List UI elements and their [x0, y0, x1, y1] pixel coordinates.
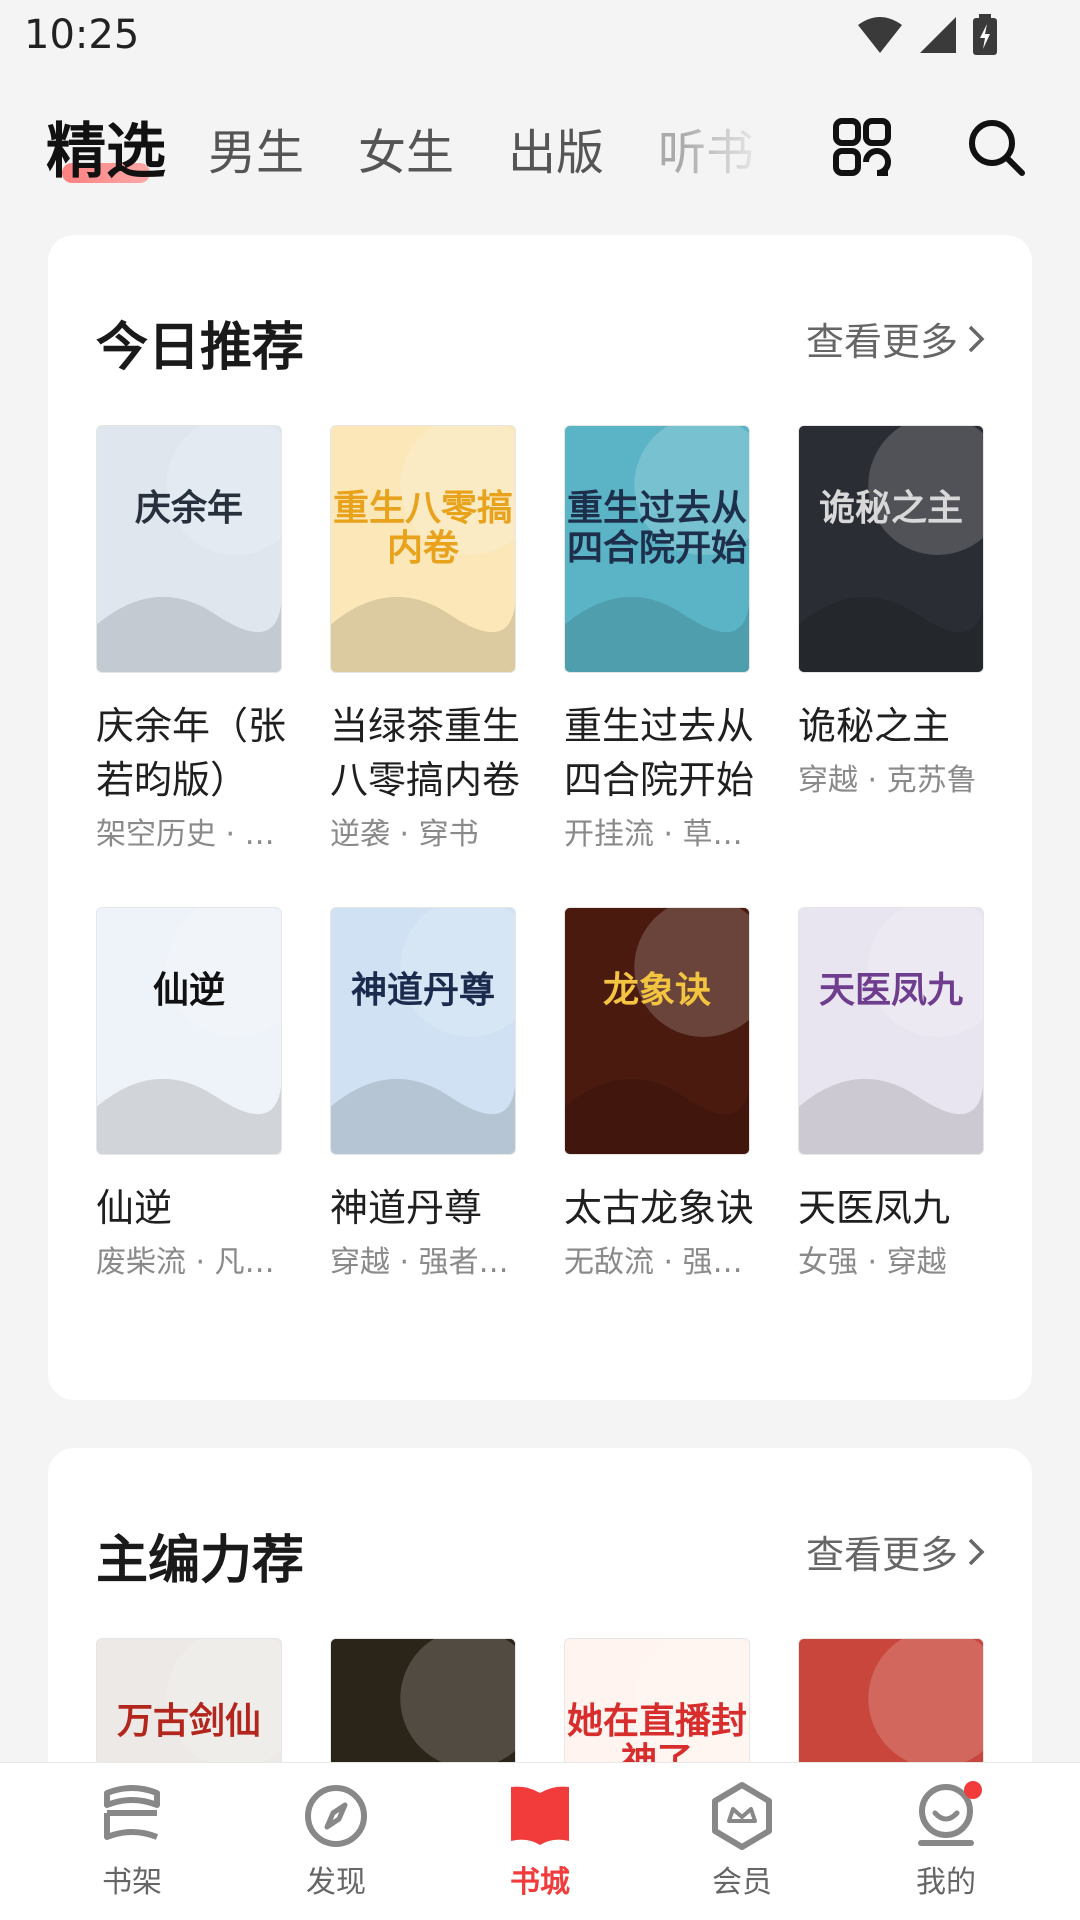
book-title[interactable]: 庆余年（张若昀版）: [96, 699, 286, 807]
book-title[interactable]: 当绿茶重生八零搞内卷: [330, 699, 520, 807]
bookshelf-icon: [104, 1785, 160, 1840]
nav-label: 发现: [306, 1865, 366, 1900]
book-tags: 无敌流 · 强者回归: [564, 1245, 750, 1280]
search-icon[interactable]: [964, 115, 1028, 179]
top-category-tabs: 精选 男生 女生 出版 听书: [0, 95, 1080, 195]
book-title[interactable]: 诡秘之主: [798, 699, 988, 753]
book-item[interactable]: 仙逆仙逆废柴流 · 凡人流: [96, 907, 282, 1281]
cover-art: [331, 908, 515, 1154]
cover-title-art: 龙象诀: [602, 969, 711, 1011]
cover-art: [565, 908, 749, 1154]
nav-label: 书架: [102, 1865, 162, 1900]
see-more-link[interactable]: 查看更多: [806, 311, 988, 366]
book-item[interactable]: 龙象诀太古龙象诀无敌流 · 强者回归: [564, 907, 754, 1281]
book-item[interactable]: 重生八零搞内卷当绿茶重生八零搞内卷逆袭 · 穿书: [330, 425, 520, 853]
book-cover[interactable]: 天医凤九: [798, 907, 984, 1155]
nav-label: 书城: [510, 1865, 570, 1900]
cover-title-art: 神道丹尊: [350, 969, 495, 1011]
section-title: 主编力荐: [96, 1531, 305, 1591]
status-time: 10:25: [24, 12, 140, 58]
signal-icon: [920, 17, 956, 53]
compass-icon: [305, 1785, 367, 1847]
status-bar: 10:25: [0, 0, 1080, 72]
book-cover[interactable]: 仙逆: [96, 907, 282, 1155]
see-more-label: 查看更多: [805, 320, 958, 364]
book-cover[interactable]: 重生八零搞内卷: [330, 425, 516, 673]
battery-icon: [973, 14, 997, 55]
book-item[interactable]: 神道丹尊神道丹尊穿越 · 强者回归: [330, 907, 516, 1281]
cover-title-art: 庆余年: [134, 487, 243, 529]
cover-title-art: 万古剑仙: [116, 1700, 261, 1742]
nav-bookshelf[interactable]: 书架: [72, 1781, 192, 1901]
book-title[interactable]: 天医凤九: [798, 1181, 988, 1235]
cover-title-art: 天医凤九: [818, 969, 963, 1011]
tab-male[interactable]: 男生: [208, 113, 304, 183]
nav-discover[interactable]: 发现: [276, 1781, 396, 1901]
book-tags: 开挂流 · 草根崛起: [564, 817, 750, 852]
book-tags: 穿越 · 克苏鲁: [798, 763, 977, 798]
book-tags: 穿越 · 强者回归: [330, 1245, 516, 1280]
book-cover[interactable]: 神道丹尊: [330, 907, 516, 1155]
book-tags: 逆袭 · 穿书: [330, 817, 479, 852]
nav-bookstore[interactable]: 书城: [480, 1781, 600, 1901]
cover-art: [799, 908, 983, 1154]
book-item[interactable]: 天医凤九 天医凤九 女强 · 穿越: [798, 907, 984, 1281]
tab-female[interactable]: 女生: [358, 113, 454, 183]
tab-publishing[interactable]: 出版: [508, 113, 604, 183]
see-more-link[interactable]: 查看更多: [806, 1524, 988, 1579]
book-title[interactable]: 太古龙象诀: [564, 1181, 754, 1235]
cover-title-art: 重生过去从四合院开始: [566, 487, 747, 569]
nav-label: 会员: [712, 1865, 772, 1900]
cover-title-art: 重生八零搞内卷: [332, 487, 513, 569]
book-cover[interactable]: 重生过去从四合院开始: [564, 425, 750, 673]
tabs-fade-mask: [680, 95, 790, 195]
editor-picks-section: 主编力荐 查看更多 万古剑仙 她在直播封神了: [48, 1448, 1032, 1886]
book-tags: 废柴流 · 凡人流: [96, 1245, 282, 1280]
nav-profile[interactable]: 我的: [886, 1781, 1006, 1901]
category-grid-icon[interactable]: [830, 115, 894, 179]
book-tags: 架空历史 · 权谋: [96, 817, 282, 852]
book-title[interactable]: 仙逆: [96, 1181, 286, 1235]
see-more-label: 查看更多: [805, 1533, 958, 1577]
chevron-right-icon: [968, 1538, 985, 1565]
status-icons: [856, 14, 998, 56]
cover-title-art: 诡秘之主: [818, 487, 963, 529]
cover-art: [97, 426, 281, 672]
section-title: 今日推荐: [96, 318, 305, 378]
book-cover[interactable]: 诡秘之主: [798, 425, 984, 673]
chevron-right-icon: [968, 325, 985, 352]
cover-title-art: 仙逆: [152, 969, 225, 1011]
vip-icon: [712, 1782, 772, 1850]
wifi-icon: [858, 17, 902, 53]
bottom-navigation: 书架 发现 书城 会员 我的: [0, 1762, 1080, 1920]
book-title[interactable]: 重生过去从四合院开始: [564, 699, 754, 807]
tab-featured[interactable]: 精选: [46, 103, 166, 190]
nav-label: 我的: [916, 1865, 976, 1900]
book-cover[interactable]: 庆余年: [96, 425, 282, 673]
cover-art: [97, 908, 281, 1154]
book-cover[interactable]: 龙象诀: [564, 907, 750, 1155]
notification-dot: [964, 1781, 982, 1799]
book-tags: 女强 · 穿越: [798, 1245, 947, 1280]
book-item[interactable]: 诡秘之主 诡秘之主 穿越 · 克苏鲁: [798, 425, 984, 799]
cover-art: [799, 426, 983, 672]
nav-vip[interactable]: 会员: [682, 1781, 802, 1901]
book-item[interactable]: 重生过去从四合院开始重生过去从四合院开始开挂流 · 草根崛起: [564, 425, 754, 853]
book-item[interactable]: 庆余年庆余年（张若昀版） 架空历史 · 权谋: [96, 425, 286, 853]
book-store-icon: [511, 1786, 569, 1845]
today-recommend-section: 今日推荐 查看更多 庆余年庆余年（张若昀版） 架空历史 · 权谋 重生八零搞内卷当绿…: [48, 235, 1032, 1400]
book-title[interactable]: 神道丹尊: [330, 1181, 520, 1235]
